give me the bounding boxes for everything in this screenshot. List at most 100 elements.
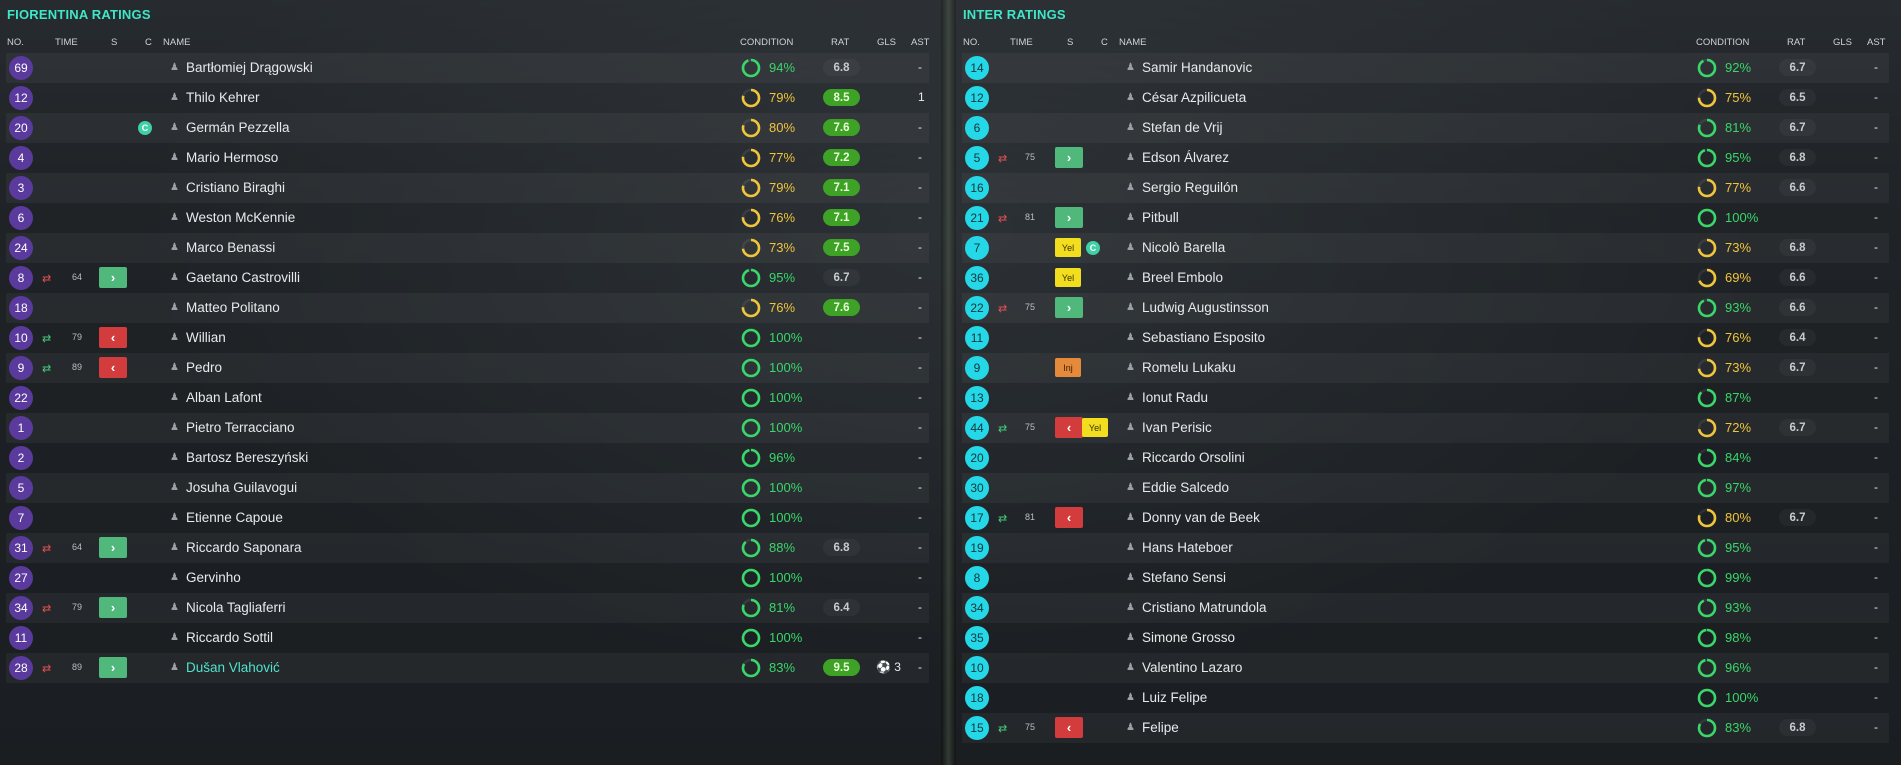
- header-c[interactable]: C: [145, 37, 152, 48]
- player-name-link[interactable]: Riccardo Saponara: [186, 540, 302, 555]
- player-name-link[interactable]: Alban Lafont: [186, 390, 262, 405]
- player-name-link[interactable]: Thilo Kehrer: [186, 90, 260, 105]
- header-gls[interactable]: GLS: [877, 37, 896, 48]
- player-name-link[interactable]: Hans Hateboer: [1142, 540, 1233, 555]
- player-row[interactable]: 11 ♟ Riccardo Sottil 100% -: [6, 623, 929, 653]
- player-row[interactable]: 5 ⇄ 75 › ♟ Edson Álvarez 95% 6.8 -: [962, 143, 1889, 173]
- player-row[interactable]: 12 ♟ Thilo Kehrer 79% 8.5 1: [6, 83, 929, 113]
- player-row[interactable]: 2 ♟ Bartosz Bereszyński 96% -: [6, 443, 929, 473]
- player-name-link[interactable]: Mario Hermoso: [186, 150, 278, 165]
- player-row[interactable]: 24 ♟ Marco Benassi 73% 7.5 -: [6, 233, 929, 263]
- player-row[interactable]: 17 ⇄ 81 ‹ ♟ Donny van de Beek 80% 6.7 -: [962, 503, 1889, 533]
- player-row[interactable]: 19 ♟ Hans Hateboer 95% -: [962, 533, 1889, 563]
- player-name-link[interactable]: Pietro Terracciano: [186, 420, 295, 435]
- player-name-link[interactable]: Gaetano Castrovilli: [186, 270, 300, 285]
- player-name-link[interactable]: Bartłomiej Drągowski: [186, 60, 313, 75]
- player-name-link[interactable]: Felipe: [1142, 720, 1179, 735]
- player-name-link[interactable]: Riccardo Orsolini: [1142, 450, 1245, 465]
- player-row[interactable]: 44 ⇄ 75 ‹ Yel ♟ Ivan Perisic 72% 6.7 -: [962, 413, 1889, 443]
- player-name-link[interactable]: Samir Handanovic: [1142, 60, 1252, 75]
- player-row[interactable]: 6 ♟ Stefan de Vrij 81% 6.7 -: [962, 113, 1889, 143]
- player-row[interactable]: 16 ♟ Sergio Reguilón 77% 6.6 -: [962, 173, 1889, 203]
- player-row[interactable]: 4 ♟ Mario Hermoso 77% 7.2 -: [6, 143, 929, 173]
- player-row[interactable]: 30 ♟ Eddie Salcedo 97% -: [962, 473, 1889, 503]
- player-row[interactable]: 27 ♟ Gervinho 100% -: [6, 563, 929, 593]
- header-condition[interactable]: CONDITION: [1696, 37, 1749, 48]
- player-name-link[interactable]: Marco Benassi: [186, 240, 275, 255]
- player-name-link[interactable]: Riccardo Sottil: [186, 630, 273, 645]
- header-ast[interactable]: AST: [911, 37, 929, 48]
- header-name[interactable]: NAME: [1119, 37, 1146, 48]
- header-ast[interactable]: AST: [1867, 37, 1885, 48]
- player-name-link[interactable]: Stefan de Vrij: [1142, 120, 1223, 135]
- header-s[interactable]: S: [1067, 37, 1073, 48]
- player-row[interactable]: 36 Yel ♟ Breel Embolo 69% 6.6 -: [962, 263, 1889, 293]
- player-row[interactable]: 7 Yel C ♟ Nicolò Barella 73% 6.8 -: [962, 233, 1889, 263]
- player-row[interactable]: 5 ♟ Josuha Guilavogui 100% -: [6, 473, 929, 503]
- player-name-link[interactable]: Sergio Reguilón: [1142, 180, 1238, 195]
- player-name-link[interactable]: Pitbull: [1142, 210, 1179, 225]
- header-name[interactable]: NAME: [163, 37, 190, 48]
- player-row[interactable]: 10 ⇄ 79 ‹ ♟ Willian 100% -: [6, 323, 929, 353]
- player-row[interactable]: 11 ♟ Sebastiano Esposito 76% 6.4 -: [962, 323, 1889, 353]
- player-name-link[interactable]: Romelu Lukaku: [1142, 360, 1236, 375]
- player-name-link[interactable]: Edson Álvarez: [1142, 150, 1229, 165]
- player-row[interactable]: 22 ⇄ 75 › ♟ Ludwig Augustinsson 93% 6.6 -: [962, 293, 1889, 323]
- player-row[interactable]: 7 ♟ Etienne Capoue 100% -: [6, 503, 929, 533]
- player-row[interactable]: 14 ♟ Samir Handanovic 92% 6.7 -: [962, 53, 1889, 83]
- player-row[interactable]: 8 ♟ Stefano Sensi 99% -: [962, 563, 1889, 593]
- header-time[interactable]: TIME: [1010, 37, 1033, 48]
- header-rat[interactable]: RAT: [1787, 37, 1805, 48]
- player-name-link[interactable]: Nicolò Barella: [1142, 240, 1225, 255]
- player-row[interactable]: 9 ⇄ 89 ‹ ♟ Pedro 100% -: [6, 353, 929, 383]
- player-name-link[interactable]: Matteo Politano: [186, 300, 280, 315]
- header-s[interactable]: S: [111, 37, 117, 48]
- player-row[interactable]: 12 ♟ César Azpilicueta 75% 6.5 -: [962, 83, 1889, 113]
- player-row[interactable]: 18 ♟ Matteo Politano 76% 7.6 -: [6, 293, 929, 323]
- player-name-link[interactable]: Ionut Radu: [1142, 390, 1208, 405]
- player-name-link[interactable]: Nicola Tagliaferri: [186, 600, 286, 615]
- player-row[interactable]: 20 ♟ Riccardo Orsolini 84% -: [962, 443, 1889, 473]
- header-no[interactable]: NO.: [963, 37, 980, 48]
- player-row[interactable]: 31 ⇄ 64 › ♟ Riccardo Saponara 88% 6.8 -: [6, 533, 929, 563]
- player-name-link[interactable]: Donny van de Beek: [1142, 510, 1260, 525]
- player-name-link[interactable]: Ludwig Augustinsson: [1142, 300, 1269, 315]
- player-row[interactable]: 21 ⇄ 81 › ♟ Pitbull 100% -: [962, 203, 1889, 233]
- player-row[interactable]: 13 ♟ Ionut Radu 87% -: [962, 383, 1889, 413]
- player-name-link[interactable]: Sebastiano Esposito: [1142, 330, 1265, 345]
- header-no[interactable]: NO.: [7, 37, 24, 48]
- player-row[interactable]: 8 ⇄ 64 › ♟ Gaetano Castrovilli 95% 6.7 -: [6, 263, 929, 293]
- player-name-link[interactable]: Valentino Lazaro: [1142, 660, 1242, 675]
- player-row[interactable]: 69 ♟ Bartłomiej Drągowski 94% 6.8 -: [6, 53, 929, 83]
- player-name-link[interactable]: Dušan Vlahović: [186, 660, 280, 675]
- player-row[interactable]: 3 ♟ Cristiano Biraghi 79% 7.1 -: [6, 173, 929, 203]
- player-name-link[interactable]: Gervinho: [186, 570, 241, 585]
- player-name-link[interactable]: Simone Grosso: [1142, 630, 1235, 645]
- player-name-link[interactable]: Stefano Sensi: [1142, 570, 1226, 585]
- player-row[interactable]: 22 ♟ Alban Lafont 100% -: [6, 383, 929, 413]
- player-name-link[interactable]: Bartosz Bereszyński: [186, 450, 308, 465]
- player-row[interactable]: 28 ⇄ 89 › ♟ Dušan Vlahović 83% 9.5 ⚽ 3 -: [6, 653, 929, 683]
- header-condition[interactable]: CONDITION: [740, 37, 793, 48]
- player-name-link[interactable]: Pedro: [186, 360, 222, 375]
- player-name-link[interactable]: Cristiano Biraghi: [186, 180, 285, 195]
- player-row[interactable]: 20 C ♟ Germán Pezzella 80% 7.6 -: [6, 113, 929, 143]
- player-name-link[interactable]: Eddie Salcedo: [1142, 480, 1229, 495]
- player-name-link[interactable]: Josuha Guilavogui: [186, 480, 297, 495]
- header-gls[interactable]: GLS: [1833, 37, 1852, 48]
- header-time[interactable]: TIME: [55, 37, 78, 48]
- player-name-link[interactable]: Breel Embolo: [1142, 270, 1223, 285]
- player-name-link[interactable]: Luiz Felipe: [1142, 690, 1207, 705]
- player-name-link[interactable]: César Azpilicueta: [1142, 90, 1246, 105]
- player-row[interactable]: 35 ♟ Simone Grosso 98% -: [962, 623, 1889, 653]
- player-row[interactable]: 10 ♟ Valentino Lazaro 96% -: [962, 653, 1889, 683]
- player-name-link[interactable]: Cristiano Matrundola: [1142, 600, 1267, 615]
- player-row[interactable]: 6 ♟ Weston McKennie 76% 7.1 -: [6, 203, 929, 233]
- header-rat[interactable]: RAT: [831, 37, 849, 48]
- player-name-link[interactable]: Willian: [186, 330, 226, 345]
- player-name-link[interactable]: Germán Pezzella: [186, 120, 290, 135]
- player-row[interactable]: 34 ⇄ 79 › ♟ Nicola Tagliaferri 81% 6.4 -: [6, 593, 929, 623]
- player-row[interactable]: 34 ♟ Cristiano Matrundola 93% -: [962, 593, 1889, 623]
- player-name-link[interactable]: Ivan Perisic: [1142, 420, 1212, 435]
- player-name-link[interactable]: Etienne Capoue: [186, 510, 283, 525]
